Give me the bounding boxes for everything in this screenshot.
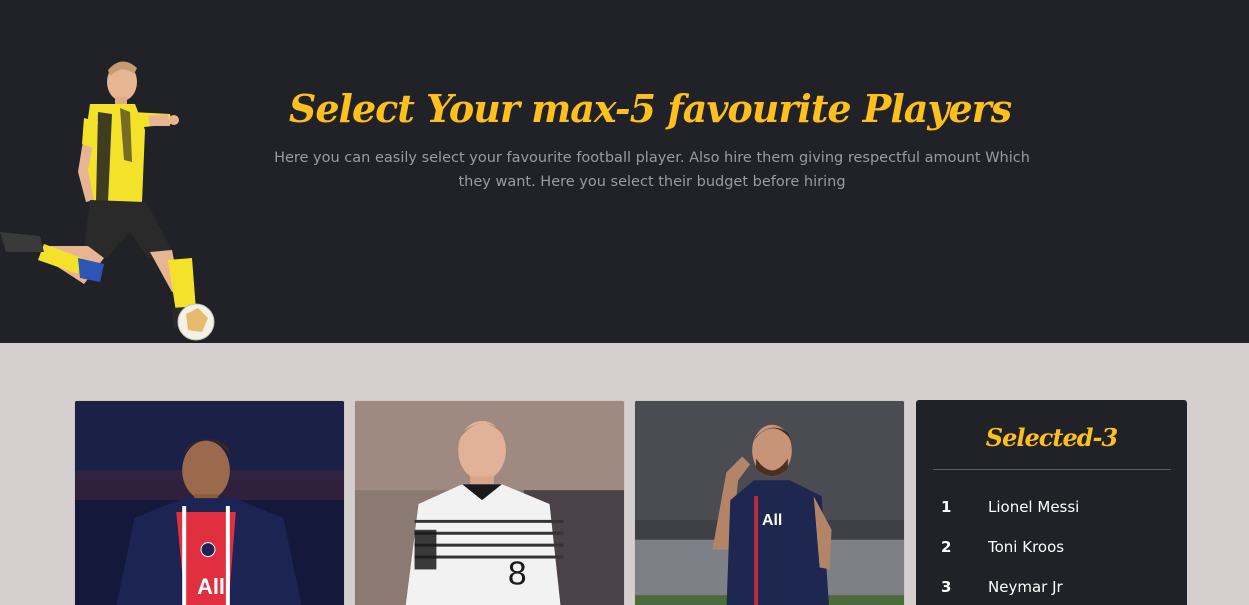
list-item-number: 3	[941, 578, 952, 596]
svg-text:All: All	[197, 574, 225, 599]
player-card-messi[interactable]: All	[634, 400, 905, 605]
player-photo: All	[75, 401, 344, 605]
list-item-number: 1	[941, 498, 952, 516]
list-item: 3 Neymar Jr	[916, 578, 1187, 602]
footballer-illustration	[0, 61, 215, 341]
selected-count-title: Selected-3	[985, 423, 1118, 452]
svg-text:8: 8	[508, 554, 527, 592]
list-item-name: Lionel Messi	[988, 498, 1080, 516]
player-photo: 8	[355, 401, 624, 605]
selected-players-panel: Selected-3 1 Lionel Messi 2 Toni Kroos 3…	[916, 400, 1187, 605]
list-item-name: Neymar Jr	[988, 578, 1063, 596]
player-photo: All	[635, 401, 904, 605]
player-card-kroos[interactable]: 8	[354, 400, 625, 605]
list-item: 2 Toni Kroos	[916, 538, 1187, 562]
list-item: 1 Lionel Messi	[916, 498, 1187, 522]
list-item-number: 2	[941, 538, 952, 556]
page-subtitle: Here you can easily select your favourit…	[274, 150, 1030, 190]
svg-text:All: All	[762, 512, 782, 529]
page-title: Select Your max-5 favourite Players	[288, 86, 1012, 131]
hero-banner: Select Your max-5 favourite Players Here…	[0, 0, 1249, 343]
divider	[933, 469, 1171, 470]
player-card-neymar[interactable]: All	[74, 400, 345, 605]
list-item-name: Toni Kroos	[988, 538, 1065, 556]
